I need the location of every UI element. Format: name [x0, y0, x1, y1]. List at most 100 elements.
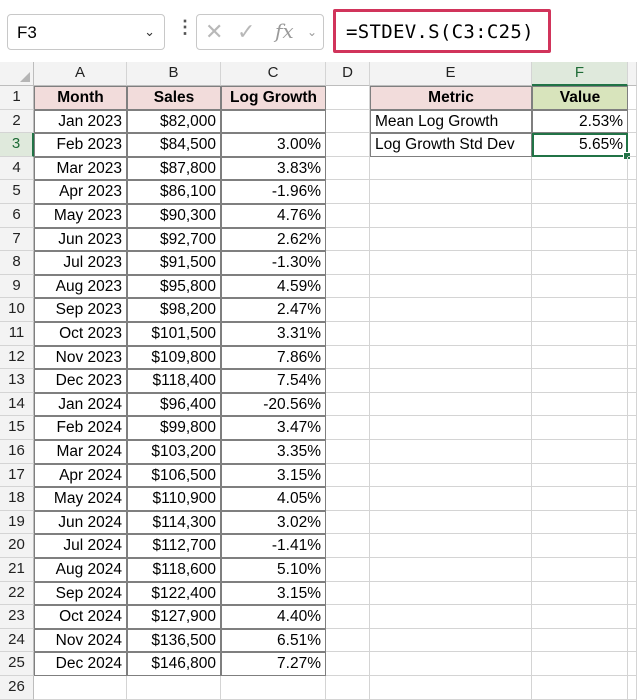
table-cell-c19[interactable]: 3.02%	[221, 510, 326, 535]
cell-f7[interactable]	[532, 227, 628, 252]
row-header-2[interactable]: 2	[0, 109, 34, 134]
cell-e6[interactable]	[370, 204, 532, 228]
column-header-c[interactable]: C	[221, 62, 326, 86]
cell-g18[interactable]	[628, 487, 637, 511]
cell-e8[interactable]	[370, 251, 532, 275]
cell-a26[interactable]	[34, 676, 127, 700]
table-header-cell-a1[interactable]: Month	[34, 86, 127, 110]
table-cell-b2[interactable]: $82,000	[127, 109, 221, 134]
cell-d21[interactable]	[326, 558, 370, 582]
cell-d12[interactable]	[326, 345, 370, 370]
table-cell-c7[interactable]: 2.62%	[221, 227, 326, 252]
table-cell-c20[interactable]: -1.41%	[221, 534, 326, 558]
table-cell-b4[interactable]: $87,800	[127, 156, 221, 181]
table-cell-c21[interactable]: 5.10%	[221, 558, 326, 582]
cell-e11[interactable]	[370, 322, 532, 346]
cell-g7[interactable]	[628, 227, 637, 252]
cell-f20[interactable]	[532, 534, 628, 558]
table-cell-b17[interactable]: $106,500	[127, 463, 221, 488]
name-box-value[interactable]: F3	[17, 23, 37, 43]
cell-g15[interactable]	[628, 416, 637, 440]
cell-e19[interactable]	[370, 510, 532, 535]
row-header-23[interactable]: 23	[0, 605, 34, 629]
table-cell-a21[interactable]: Aug 2024	[34, 558, 127, 582]
cell-d13[interactable]	[326, 369, 370, 393]
table-cell-b5[interactable]: $86,100	[127, 180, 221, 204]
table-cell-c9[interactable]: 4.59%	[221, 274, 326, 299]
insert-function-icon[interactable]: fx	[275, 19, 294, 43]
row-header-8[interactable]: 8	[0, 251, 34, 275]
table-cell-b16[interactable]: $103,200	[127, 440, 221, 464]
expand-chevron-icon[interactable]: ⌄	[307, 25, 317, 39]
row-header-11[interactable]: 11	[0, 322, 34, 346]
cell-d24[interactable]	[326, 628, 370, 653]
table-cell-b14[interactable]: $96,400	[127, 392, 221, 417]
row-header-14[interactable]: 14	[0, 392, 34, 417]
row-header-13[interactable]: 13	[0, 369, 34, 393]
cell-e25[interactable]	[370, 652, 532, 676]
table-cell-b24[interactable]: $136,500	[127, 628, 221, 653]
formula-text[interactable]: =STDEV.S(C3:C25)	[346, 21, 534, 43]
table-cell-c15[interactable]: 3.47%	[221, 416, 326, 440]
cell-b26[interactable]	[127, 676, 221, 700]
table-cell-b10[interactable]: $98,200	[127, 298, 221, 322]
cell-g1[interactable]	[628, 86, 637, 110]
cell-e21[interactable]	[370, 558, 532, 582]
row-header-19[interactable]: 19	[0, 510, 34, 535]
table-cell-c10[interactable]: 2.47%	[221, 298, 326, 322]
summary-metric-cell-e3[interactable]: Log Growth Std Dev	[370, 133, 532, 157]
cell-e26[interactable]	[370, 676, 532, 700]
enter-check-icon[interactable]: ✓	[237, 19, 255, 45]
cell-f11[interactable]	[532, 322, 628, 346]
cell-f16[interactable]	[532, 440, 628, 464]
row-header-15[interactable]: 15	[0, 416, 34, 440]
cell-g6[interactable]	[628, 204, 637, 228]
table-cell-b20[interactable]: $112,700	[127, 534, 221, 558]
cell-e14[interactable]	[370, 392, 532, 417]
cell-e20[interactable]	[370, 534, 532, 558]
cell-g3[interactable]	[628, 133, 637, 157]
cell-f17[interactable]	[532, 463, 628, 488]
cell-f22[interactable]	[532, 581, 628, 606]
cell-f14[interactable]	[532, 392, 628, 417]
table-cell-b7[interactable]: $92,700	[127, 227, 221, 252]
cell-g22[interactable]	[628, 581, 637, 606]
table-cell-a17[interactable]: Apr 2024	[34, 463, 127, 488]
cell-d26[interactable]	[326, 676, 370, 700]
row-header-5[interactable]: 5	[0, 180, 34, 204]
formula-input[interactable]: =STDEV.S(C3:C25)	[333, 9, 551, 53]
cell-f13[interactable]	[532, 369, 628, 393]
cell-d25[interactable]	[326, 652, 370, 676]
cell-d4[interactable]	[326, 156, 370, 181]
table-cell-b23[interactable]: $127,900	[127, 605, 221, 629]
cell-f21[interactable]	[532, 558, 628, 582]
table-cell-b11[interactable]: $101,500	[127, 322, 221, 346]
select-all-triangle-icon[interactable]	[20, 72, 30, 82]
table-cell-a22[interactable]: Sep 2024	[34, 581, 127, 606]
row-header-17[interactable]: 17	[0, 463, 34, 488]
cell-f25[interactable]	[532, 652, 628, 676]
table-cell-b13[interactable]: $118,400	[127, 369, 221, 393]
cell-g9[interactable]	[628, 274, 637, 299]
table-cell-c16[interactable]: 3.35%	[221, 440, 326, 464]
cell-e5[interactable]	[370, 180, 532, 204]
table-cell-a2[interactable]: Jan 2023	[34, 109, 127, 134]
table-cell-b9[interactable]: $95,800	[127, 274, 221, 299]
cell-g5[interactable]	[628, 180, 637, 204]
table-cell-a5[interactable]: Apr 2023	[34, 180, 127, 204]
table-cell-b25[interactable]: $146,800	[127, 652, 221, 676]
row-header-1[interactable]: 1	[0, 86, 34, 110]
table-cell-a25[interactable]: Dec 2024	[34, 652, 127, 676]
cell-f6[interactable]	[532, 204, 628, 228]
table-cell-b22[interactable]: $122,400	[127, 581, 221, 606]
cell-g16[interactable]	[628, 440, 637, 464]
cell-e4[interactable]	[370, 156, 532, 181]
row-header-20[interactable]: 20	[0, 534, 34, 558]
cell-d20[interactable]	[326, 534, 370, 558]
row-header-18[interactable]: 18	[0, 487, 34, 511]
cell-g23[interactable]	[628, 605, 637, 629]
table-header-cell-c1[interactable]: Log Growth	[221, 86, 326, 110]
table-cell-a24[interactable]: Nov 2024	[34, 628, 127, 653]
table-cell-a20[interactable]: Jul 2024	[34, 534, 127, 558]
cell-g21[interactable]	[628, 558, 637, 582]
